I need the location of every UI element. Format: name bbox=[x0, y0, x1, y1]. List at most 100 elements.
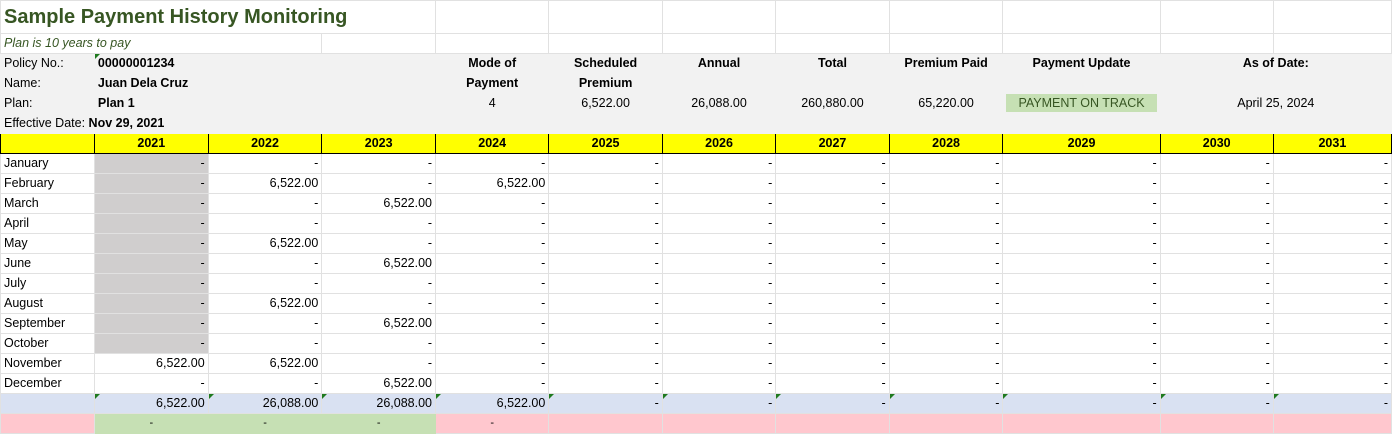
payment-cell[interactable]: - bbox=[93, 193, 209, 214]
payment-cell[interactable]: - bbox=[1002, 233, 1161, 254]
payment-cell[interactable]: - bbox=[775, 293, 890, 314]
payment-cell[interactable]: - bbox=[93, 273, 209, 294]
payment-update-header[interactable]: Payment Update bbox=[1002, 53, 1161, 74]
annual-value[interactable]: 26,088.00 bbox=[661, 93, 777, 114]
payment-cell[interactable]: - bbox=[1159, 233, 1274, 254]
month-label[interactable]: February bbox=[0, 173, 95, 194]
payment-cell[interactable]: - bbox=[1159, 373, 1274, 394]
payment-cell[interactable]: - bbox=[1002, 373, 1161, 394]
payment-cell[interactable]: - bbox=[1002, 333, 1161, 354]
balance-cell[interactable]: - bbox=[434, 413, 550, 434]
payment-cell[interactable]: - bbox=[661, 253, 777, 274]
payment-cell[interactable]: - bbox=[321, 273, 436, 294]
payment-cell[interactable]: - bbox=[1272, 353, 1392, 374]
payment-cell[interactable]: - bbox=[661, 173, 777, 194]
payment-cell[interactable]: - bbox=[1159, 273, 1274, 294]
payment-cell[interactable]: - bbox=[661, 313, 777, 334]
year-header-2031[interactable]: 2031 bbox=[1272, 133, 1392, 154]
balance-label-cell[interactable] bbox=[0, 413, 95, 434]
mode-of-payment-header[interactable]: Mode of bbox=[434, 53, 550, 74]
month-label[interactable]: December bbox=[0, 373, 95, 394]
payment-cell[interactable]: - bbox=[434, 153, 550, 174]
payment-cell[interactable]: - bbox=[1159, 353, 1274, 374]
month-label[interactable]: January bbox=[0, 153, 95, 174]
payment-cell[interactable]: - bbox=[321, 153, 436, 174]
mode-of-payment-header-2[interactable]: Payment bbox=[434, 73, 550, 94]
year-header-2025[interactable]: 2025 bbox=[548, 133, 663, 154]
payment-cell[interactable]: - bbox=[888, 153, 1004, 174]
year-total-cell[interactable]: 26,088.00 bbox=[207, 393, 323, 414]
payment-cell[interactable]: 6,522.00 bbox=[321, 253, 436, 274]
payment-cell[interactable]: - bbox=[207, 253, 323, 274]
cell[interactable] bbox=[1159, 0, 1274, 34]
totals-label-cell[interactable] bbox=[0, 393, 95, 414]
payment-cell[interactable]: - bbox=[434, 273, 550, 294]
month-label[interactable]: August bbox=[0, 293, 95, 314]
plan-value[interactable]: Plan 1 bbox=[93, 93, 323, 114]
name-label[interactable]: Name: bbox=[0, 73, 95, 94]
month-label[interactable]: November bbox=[0, 353, 95, 374]
balance-cell[interactable] bbox=[775, 413, 890, 434]
payment-cell[interactable]: - bbox=[1159, 253, 1274, 274]
payment-cell[interactable]: - bbox=[661, 353, 777, 374]
payment-cell[interactable]: - bbox=[775, 233, 890, 254]
year-header-2024[interactable]: 2024 bbox=[434, 133, 550, 154]
scheduled-premium-value[interactable]: 6,522.00 bbox=[548, 93, 663, 114]
year-header-2030[interactable]: 2030 bbox=[1159, 133, 1274, 154]
month-column-header[interactable] bbox=[0, 133, 95, 154]
payment-cell[interactable]: 6,522.00 bbox=[321, 313, 436, 334]
payment-cell[interactable]: - bbox=[93, 173, 209, 194]
payment-cell[interactable]: - bbox=[207, 153, 323, 174]
scheduled-premium-header-2[interactable]: Premium bbox=[548, 73, 663, 94]
payment-cell[interactable]: - bbox=[888, 213, 1004, 234]
payment-cell[interactable]: - bbox=[1002, 353, 1161, 374]
cell[interactable] bbox=[661, 33, 777, 54]
month-label[interactable]: May bbox=[0, 233, 95, 254]
balance-cell[interactable] bbox=[661, 413, 777, 434]
payment-cell[interactable]: - bbox=[775, 193, 890, 214]
payment-cell[interactable]: - bbox=[1272, 173, 1392, 194]
payment-cell[interactable]: - bbox=[661, 373, 777, 394]
payment-cell[interactable]: - bbox=[1272, 293, 1392, 314]
month-label[interactable]: October bbox=[0, 333, 95, 354]
payment-cell[interactable]: - bbox=[434, 233, 550, 254]
year-total-cell[interactable]: 26,088.00 bbox=[321, 393, 436, 414]
payment-cell[interactable]: 6,522.00 bbox=[207, 353, 323, 374]
payment-cell[interactable]: - bbox=[888, 253, 1004, 274]
cell[interactable] bbox=[1002, 33, 1161, 54]
payment-cell[interactable]: - bbox=[207, 373, 323, 394]
as-of-date-value[interactable]: April 25, 2024 bbox=[1159, 93, 1392, 114]
plan-label[interactable]: Plan: bbox=[0, 93, 95, 114]
payment-cell[interactable]: - bbox=[548, 313, 663, 334]
payment-cell[interactable]: - bbox=[1272, 333, 1392, 354]
payment-cell[interactable]: 6,522.00 bbox=[207, 233, 323, 254]
year-total-cell[interactable]: 6,522.00 bbox=[93, 393, 209, 414]
payment-cell[interactable]: - bbox=[888, 273, 1004, 294]
cell[interactable] bbox=[888, 0, 1004, 34]
payment-cell[interactable]: - bbox=[93, 333, 209, 354]
balance-cell[interactable]: - bbox=[93, 413, 209, 434]
payment-cell[interactable]: - bbox=[1272, 313, 1392, 334]
year-total-cell[interactable]: - bbox=[1002, 393, 1161, 414]
payment-cell[interactable]: - bbox=[93, 293, 209, 314]
policy-number[interactable]: 00000001234 bbox=[93, 53, 323, 74]
payment-cell[interactable]: - bbox=[93, 153, 209, 174]
cell[interactable] bbox=[548, 33, 663, 54]
cell[interactable] bbox=[434, 33, 550, 54]
payment-cell[interactable]: - bbox=[661, 293, 777, 314]
payment-cell[interactable]: - bbox=[775, 313, 890, 334]
payment-cell[interactable]: - bbox=[661, 333, 777, 354]
name-value[interactable]: Juan Dela Cruz bbox=[93, 73, 323, 94]
payment-cell[interactable]: - bbox=[548, 333, 663, 354]
payment-cell[interactable]: - bbox=[93, 253, 209, 274]
cell[interactable] bbox=[775, 0, 890, 34]
cell[interactable] bbox=[1002, 0, 1161, 34]
payment-cell[interactable]: - bbox=[888, 193, 1004, 214]
payment-cell[interactable]: - bbox=[207, 333, 323, 354]
year-total-cell[interactable]: - bbox=[661, 393, 777, 414]
month-label[interactable]: July bbox=[0, 273, 95, 294]
month-label[interactable]: March bbox=[0, 193, 95, 214]
year-total-cell[interactable]: - bbox=[775, 393, 890, 414]
year-total-cell[interactable]: - bbox=[1272, 393, 1392, 414]
payment-update-cell[interactable]: PAYMENT ON TRACK bbox=[1002, 93, 1161, 114]
